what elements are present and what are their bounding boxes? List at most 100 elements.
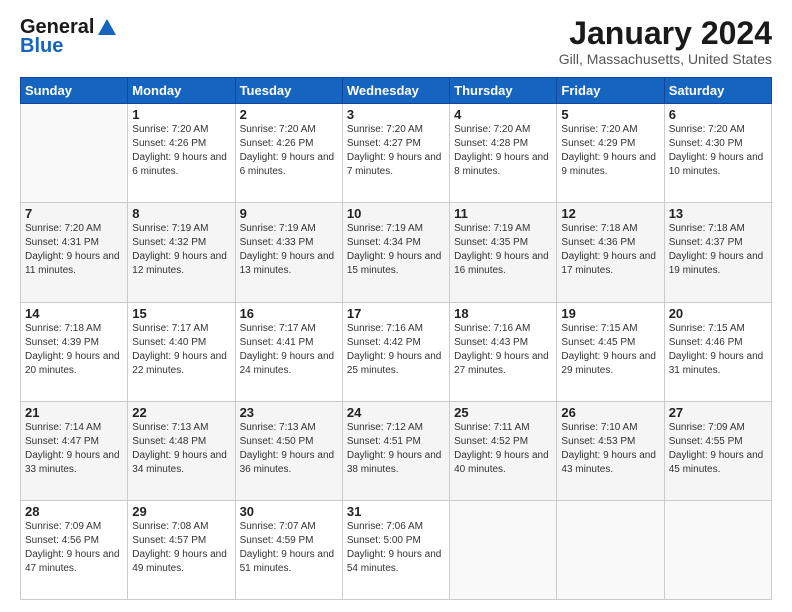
day-number: 6 [669,107,767,122]
day-info: Sunrise: 7:20 AMSunset: 4:26 PMDaylight:… [132,123,230,179]
day-info: Sunrise: 7:18 AMSunset: 4:39 PMDaylight:… [25,322,123,378]
day-info: Sunrise: 7:17 AMSunset: 4:41 PMDaylight:… [240,322,338,378]
day-info: Sunrise: 7:08 AMSunset: 4:57 PMDaylight:… [132,520,230,576]
calendar-day: 25Sunrise: 7:11 AMSunset: 4:52 PMDayligh… [450,401,557,500]
day-info: Sunrise: 7:15 AMSunset: 4:45 PMDaylight:… [561,322,659,378]
calendar-day: 11Sunrise: 7:19 AMSunset: 4:35 PMDayligh… [450,203,557,302]
header-friday: Friday [557,78,664,104]
calendar-day [557,500,664,599]
calendar-day: 18Sunrise: 7:16 AMSunset: 4:43 PMDayligh… [450,302,557,401]
calendar-day: 14Sunrise: 7:18 AMSunset: 4:39 PMDayligh… [21,302,128,401]
day-number: 21 [25,405,123,420]
day-info: Sunrise: 7:06 AMSunset: 5:00 PMDaylight:… [347,520,445,576]
calendar-week-row: 28Sunrise: 7:09 AMSunset: 4:56 PMDayligh… [21,500,772,599]
day-number: 29 [132,504,230,519]
calendar-day: 20Sunrise: 7:15 AMSunset: 4:46 PMDayligh… [664,302,771,401]
day-info: Sunrise: 7:20 AMSunset: 4:27 PMDaylight:… [347,123,445,179]
calendar-week-row: 7Sunrise: 7:20 AMSunset: 4:31 PMDaylight… [21,203,772,302]
day-number: 4 [454,107,552,122]
calendar-day: 21Sunrise: 7:14 AMSunset: 4:47 PMDayligh… [21,401,128,500]
calendar-day: 24Sunrise: 7:12 AMSunset: 4:51 PMDayligh… [342,401,449,500]
day-info: Sunrise: 7:12 AMSunset: 4:51 PMDaylight:… [347,421,445,477]
day-info: Sunrise: 7:13 AMSunset: 4:50 PMDaylight:… [240,421,338,477]
day-number: 30 [240,504,338,519]
calendar-day: 12Sunrise: 7:18 AMSunset: 4:36 PMDayligh… [557,203,664,302]
calendar-day: 6Sunrise: 7:20 AMSunset: 4:30 PMDaylight… [664,104,771,203]
calendar-day: 8Sunrise: 7:19 AMSunset: 4:32 PMDaylight… [128,203,235,302]
day-info: Sunrise: 7:19 AMSunset: 4:34 PMDaylight:… [347,222,445,278]
day-number: 17 [347,306,445,321]
day-info: Sunrise: 7:18 AMSunset: 4:36 PMDaylight:… [561,222,659,278]
day-number: 3 [347,107,445,122]
day-info: Sunrise: 7:19 AMSunset: 4:32 PMDaylight:… [132,222,230,278]
day-number: 19 [561,306,659,321]
calendar-day: 28Sunrise: 7:09 AMSunset: 4:56 PMDayligh… [21,500,128,599]
calendar-day: 31Sunrise: 7:06 AMSunset: 5:00 PMDayligh… [342,500,449,599]
header-tuesday: Tuesday [235,78,342,104]
calendar-day: 4Sunrise: 7:20 AMSunset: 4:28 PMDaylight… [450,104,557,203]
day-info: Sunrise: 7:11 AMSunset: 4:52 PMDaylight:… [454,421,552,477]
title-block: January 2024 Gill, Massachusetts, United… [559,16,772,67]
day-info: Sunrise: 7:09 AMSunset: 4:56 PMDaylight:… [25,520,123,576]
day-info: Sunrise: 7:20 AMSunset: 4:28 PMDaylight:… [454,123,552,179]
page-title: January 2024 [559,16,772,51]
logo-blue: Blue [20,35,63,58]
day-info: Sunrise: 7:10 AMSunset: 4:53 PMDaylight:… [561,421,659,477]
day-number: 5 [561,107,659,122]
day-info: Sunrise: 7:20 AMSunset: 4:30 PMDaylight:… [669,123,767,179]
calendar-header-row: Sunday Monday Tuesday Wednesday Thursday… [21,78,772,104]
day-number: 16 [240,306,338,321]
day-info: Sunrise: 7:20 AMSunset: 4:26 PMDaylight:… [240,123,338,179]
day-number: 7 [25,206,123,221]
calendar-day [664,500,771,599]
day-number: 14 [25,306,123,321]
day-info: Sunrise: 7:13 AMSunset: 4:48 PMDaylight:… [132,421,230,477]
day-info: Sunrise: 7:09 AMSunset: 4:55 PMDaylight:… [669,421,767,477]
day-number: 2 [240,107,338,122]
day-info: Sunrise: 7:20 AMSunset: 4:31 PMDaylight:… [25,222,123,278]
calendar-day: 17Sunrise: 7:16 AMSunset: 4:42 PMDayligh… [342,302,449,401]
calendar-week-row: 21Sunrise: 7:14 AMSunset: 4:47 PMDayligh… [21,401,772,500]
day-info: Sunrise: 7:20 AMSunset: 4:29 PMDaylight:… [561,123,659,179]
calendar-day: 23Sunrise: 7:13 AMSunset: 4:50 PMDayligh… [235,401,342,500]
header: General Blue January 2024 Gill, Massachu… [20,16,772,67]
calendar-week-row: 14Sunrise: 7:18 AMSunset: 4:39 PMDayligh… [21,302,772,401]
day-number: 25 [454,405,552,420]
calendar-day: 15Sunrise: 7:17 AMSunset: 4:40 PMDayligh… [128,302,235,401]
logo-icon [96,17,118,39]
header-thursday: Thursday [450,78,557,104]
calendar-day: 27Sunrise: 7:09 AMSunset: 4:55 PMDayligh… [664,401,771,500]
day-number: 9 [240,206,338,221]
day-number: 11 [454,206,552,221]
calendar-day: 7Sunrise: 7:20 AMSunset: 4:31 PMDaylight… [21,203,128,302]
day-number: 18 [454,306,552,321]
calendar-table: Sunday Monday Tuesday Wednesday Thursday… [20,77,772,600]
day-info: Sunrise: 7:15 AMSunset: 4:46 PMDaylight:… [669,322,767,378]
page: General Blue January 2024 Gill, Massachu… [0,0,792,612]
calendar-day: 3Sunrise: 7:20 AMSunset: 4:27 PMDaylight… [342,104,449,203]
calendar-day: 19Sunrise: 7:15 AMSunset: 4:45 PMDayligh… [557,302,664,401]
day-number: 28 [25,504,123,519]
day-info: Sunrise: 7:18 AMSunset: 4:37 PMDaylight:… [669,222,767,278]
calendar-day: 30Sunrise: 7:07 AMSunset: 4:59 PMDayligh… [235,500,342,599]
day-info: Sunrise: 7:19 AMSunset: 4:35 PMDaylight:… [454,222,552,278]
day-info: Sunrise: 7:07 AMSunset: 4:59 PMDaylight:… [240,520,338,576]
day-number: 27 [669,405,767,420]
calendar-day: 13Sunrise: 7:18 AMSunset: 4:37 PMDayligh… [664,203,771,302]
day-number: 31 [347,504,445,519]
day-number: 22 [132,405,230,420]
calendar-day: 1Sunrise: 7:20 AMSunset: 4:26 PMDaylight… [128,104,235,203]
day-number: 13 [669,206,767,221]
calendar-day: 29Sunrise: 7:08 AMSunset: 4:57 PMDayligh… [128,500,235,599]
day-number: 24 [347,405,445,420]
calendar-day: 26Sunrise: 7:10 AMSunset: 4:53 PMDayligh… [557,401,664,500]
day-info: Sunrise: 7:19 AMSunset: 4:33 PMDaylight:… [240,222,338,278]
header-saturday: Saturday [664,78,771,104]
calendar-day [21,104,128,203]
day-number: 23 [240,405,338,420]
day-info: Sunrise: 7:17 AMSunset: 4:40 PMDaylight:… [132,322,230,378]
calendar-week-row: 1Sunrise: 7:20 AMSunset: 4:26 PMDaylight… [21,104,772,203]
day-info: Sunrise: 7:16 AMSunset: 4:43 PMDaylight:… [454,322,552,378]
header-sunday: Sunday [21,78,128,104]
calendar-day: 16Sunrise: 7:17 AMSunset: 4:41 PMDayligh… [235,302,342,401]
